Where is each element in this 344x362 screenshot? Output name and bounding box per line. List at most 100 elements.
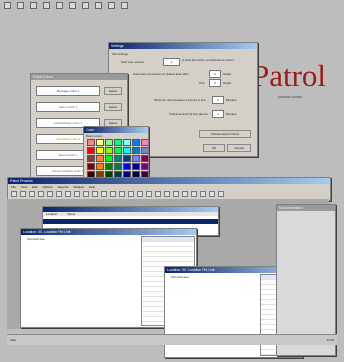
toolbar-button-icon[interactable] [137,191,143,197]
toolbar-button-icon[interactable] [164,191,170,197]
toolbar-button-icon[interactable] [101,191,107,197]
back-icon[interactable] [4,2,11,9]
search-icon[interactable] [30,2,37,9]
color-swatch[interactable] [105,155,113,162]
palette-row [87,155,148,163]
color-swatch[interactable] [114,147,122,154]
color-swatch[interactable] [87,147,95,154]
settings-row5-unit: Minutes [226,112,237,116]
toolbar-button-icon[interactable] [29,191,35,197]
color-swatch[interactable] [141,139,148,146]
toolbar-button-icon[interactable] [200,191,206,197]
event-color-row: Alarm Color 1 Select [36,102,122,112]
settings-row3-unit: Graph [223,81,232,85]
settings-row4-unit: Minutes [226,98,237,102]
toolbar-button-icon[interactable] [146,191,152,197]
color-swatch[interactable] [96,155,104,162]
select-color-button[interactable]: Select [104,87,122,95]
zoom-icon[interactable] [108,2,115,9]
toolbar-button-icon[interactable] [56,191,62,197]
settings-row3-field[interactable]: 3 [209,79,221,87]
cut-icon[interactable] [56,2,63,9]
color-swatch[interactable] [123,147,131,154]
settings-row3-label: Unit [199,81,205,85]
color-swatch[interactable] [123,139,131,146]
toolbar-icons [4,2,190,9]
toolbar-button-icon[interactable] [47,191,53,197]
color-swatch[interactable] [123,163,131,170]
choose-colors-button[interactable]: Choose Event Colors [199,130,251,138]
color-swatch[interactable] [141,147,148,154]
menu-item[interactable]: View [21,185,27,189]
color-swatch[interactable] [114,139,122,146]
settings-row5-label: Tolerance limit for line alarms [169,112,208,116]
color-swatch[interactable] [87,139,95,146]
right-tree-root[interactable]: Top level tree [171,275,189,279]
color-swatch[interactable] [96,147,104,154]
toolbar-button-icon[interactable] [38,191,44,197]
mid-col-location: Location [46,212,58,216]
color-swatch[interactable] [96,139,104,146]
settings-cancel-button[interactable]: Cancel [227,144,251,152]
settings-row5-field[interactable]: 1 [212,110,224,118]
color-swatch[interactable] [87,163,95,170]
toolbar-button-icon[interactable] [191,191,197,197]
help-icon[interactable] [121,2,128,9]
color-swatch[interactable] [132,139,140,146]
settings-row4-field[interactable]: 1 [212,96,224,104]
left-tree-root[interactable]: Top level tree [27,237,45,241]
color-swatch[interactable] [141,163,148,170]
toolbar-button-icon[interactable] [182,191,188,197]
toolbar-button-icon[interactable] [92,191,98,197]
color-swatch[interactable] [87,155,95,162]
settings-ok-button[interactable]: OK [203,144,225,152]
print-icon[interactable] [43,2,50,9]
settings-row2-field[interactable]: 3 [209,70,221,78]
menu-item[interactable]: File [11,185,16,189]
toolbar-button-icon[interactable] [20,191,26,197]
paste-icon[interactable] [82,2,89,9]
start-label[interactable]: Start [10,338,16,342]
color-palette-title: Color [84,127,148,133]
mid-selected-row[interactable] [43,219,218,224]
color-swatch[interactable] [132,163,140,170]
settings-row2-unit: Graph [223,72,232,76]
color-swatch[interactable] [132,155,140,162]
event-color-label: Alarm Color 1 [36,102,100,112]
event-colors-title: Event Colors [31,74,127,80]
toolbar-button-icon[interactable] [128,191,134,197]
toolbar-button-icon[interactable] [83,191,89,197]
copy-icon[interactable] [69,2,76,9]
menu-item[interactable]: Reports [58,185,69,189]
settings-row1-field[interactable]: 1 [163,58,180,66]
forward-icon[interactable] [17,2,24,9]
toolbar-button-icon[interactable] [74,191,80,197]
color-swatch[interactable] [123,155,131,162]
toolbar-button-icon[interactable] [209,191,215,197]
toolbar-button-icon[interactable] [110,191,116,197]
color-swatch[interactable] [114,163,122,170]
toolbar-button-icon[interactable] [155,191,161,197]
toolbar-button-icon[interactable] [65,191,71,197]
color-swatch[interactable] [132,147,140,154]
color-swatch[interactable] [105,147,113,154]
menu-item[interactable]: Window [73,185,84,189]
color-swatch[interactable] [114,155,122,162]
color-swatch[interactable] [141,155,148,162]
palette-row [87,139,148,147]
toolbar-button-icon[interactable] [11,191,17,197]
toolbar-button-icon[interactable] [173,191,179,197]
menu-item[interactable]: Options [42,185,52,189]
menu-item[interactable]: Edit [32,185,37,189]
color-palette-dialog: Color Basic colors: [83,126,149,178]
settings-dialog-title: Settings [109,43,257,49]
palette-row [87,163,148,171]
toolbar-button-icon[interactable] [119,191,125,197]
select-color-button[interactable]: Select [104,103,122,111]
menu-item[interactable]: Help [89,185,95,189]
home-icon[interactable] [95,2,102,9]
color-swatch[interactable] [105,163,113,170]
toolbar-button-icon[interactable] [218,191,224,197]
color-swatch[interactable] [105,139,113,146]
color-swatch[interactable] [96,163,104,170]
